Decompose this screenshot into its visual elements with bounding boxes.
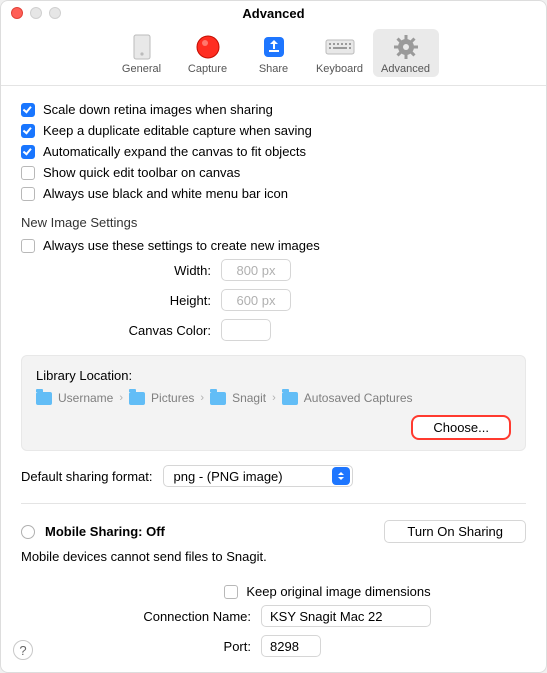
choose-button[interactable]: Choose... [411,415,511,440]
zoom-icon [49,7,61,19]
chevron-right-icon: › [272,392,276,404]
help-button[interactable]: ? [13,640,33,660]
minimize-icon [30,7,42,19]
checkbox-label: Keep a duplicate editable capture when s… [43,123,312,138]
crumb: Pictures [151,391,194,405]
gear-icon [391,33,421,61]
crumb: Autosaved Captures [304,391,413,405]
toolbar: General Capture Share Keyboard Advanced [1,25,546,86]
port-input[interactable]: 8298 [261,635,321,657]
preferences-window: Advanced General Capture Share Keyboard [0,0,547,673]
checkbox-bw-menubar[interactable] [21,187,35,201]
height-label: Height: [21,293,221,308]
library-location-box: Library Location: Username › Pictures › … [21,355,526,451]
mobile-sharing-radio[interactable] [21,525,35,539]
checkbox-quick-edit[interactable] [21,166,35,180]
checkbox-label: Keep original image dimensions [246,584,430,599]
traffic-lights [11,7,61,19]
turn-on-sharing-button[interactable]: Turn On Sharing [384,520,526,543]
window-title: Advanced [242,6,304,21]
checkbox-keep-original[interactable] [224,585,238,599]
checkbox-always-use[interactable] [21,239,35,253]
tab-label: Keyboard [316,63,363,75]
height-input[interactable]: 600 px [221,289,291,311]
mobile-sharing-heading: Mobile Sharing: Off [45,524,165,539]
tab-label: Advanced [381,63,430,75]
checkbox-label: Automatically expand the canvas to fit o… [43,144,306,159]
crumb: Snagit [232,391,266,405]
content: Scale down retina images when sharing Ke… [1,86,546,673]
port-label: Port: [21,639,261,654]
checkbox-auto-expand[interactable] [21,145,35,159]
folder-icon [210,392,226,405]
select-value: png - (PNG image) [174,469,283,484]
crumb: Username [58,391,113,405]
checkbox-keep-duplicate[interactable] [21,124,35,138]
share-icon [259,33,289,61]
checkbox-label: Scale down retina images when sharing [43,102,273,117]
connection-name-label: Connection Name: [21,609,261,624]
keyboard-icon [325,33,355,61]
library-location-label: Library Location: [36,368,511,383]
connection-name-input[interactable]: KSY Snagit Mac 22 [261,605,431,627]
checkbox-scale-down[interactable] [21,103,35,117]
tab-label: General [122,63,161,75]
width-label: Width: [21,263,221,278]
checkbox-label: Always use black and white menu bar icon [43,186,288,201]
tab-share[interactable]: Share [241,29,307,77]
tab-capture[interactable]: Capture [175,29,241,77]
titlebar: Advanced [1,1,546,25]
close-icon[interactable] [11,7,23,19]
capture-icon [193,33,223,61]
chevron-right-icon: › [119,392,123,404]
chevron-right-icon: › [200,392,204,404]
new-image-settings-label: New Image Settings [21,215,526,230]
default-format-label: Default sharing format: [21,469,163,484]
tab-keyboard[interactable]: Keyboard [307,29,373,77]
canvas-color-swatch[interactable] [221,319,271,341]
tab-general[interactable]: General [109,29,175,77]
divider [21,503,526,504]
select-arrows-icon [332,467,350,485]
checkbox-label: Always use these settings to create new … [43,238,320,253]
canvas-color-label: Canvas Color: [21,323,221,338]
tab-label: Capture [188,63,227,75]
checkbox-label: Show quick edit toolbar on canvas [43,165,240,180]
mobile-note: Mobile devices cannot send files to Snag… [21,549,526,564]
tab-label: Share [259,63,288,75]
folder-icon [282,392,298,405]
tab-advanced[interactable]: Advanced [373,29,439,77]
width-input[interactable]: 800 px [221,259,291,281]
folder-icon [36,392,52,405]
general-icon [127,33,157,61]
folder-icon [129,392,145,405]
default-format-select[interactable]: png - (PNG image) [163,465,353,487]
breadcrumb: Username › Pictures › Snagit › Autosaved… [36,391,511,405]
